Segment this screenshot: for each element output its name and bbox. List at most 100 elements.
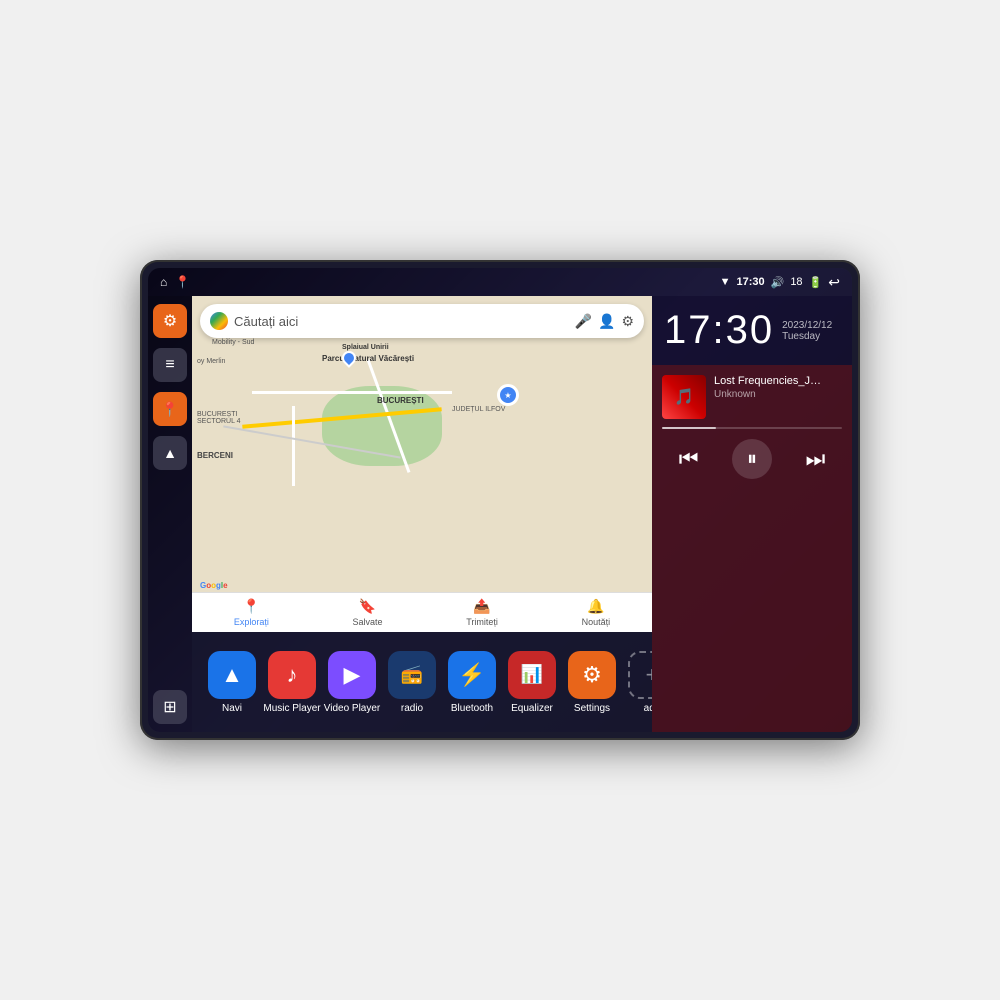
road-2 [252,391,452,394]
map-pin-icon: 📍 [161,401,178,418]
map-label-merlin: oy Merlin [197,358,225,365]
clock-time: 17:30 [664,308,774,353]
profile-icon[interactable]: 👤 [598,313,615,330]
sidebar-nav-btn[interactable]: ▲ [153,436,187,470]
sidebar-menu-btn[interactable]: ≡ [153,348,187,382]
app-video-label: Video Player [324,703,381,714]
gear-icon: ⚙ [163,311,177,331]
device: ⌂ 📍 ▼ 17:30 🔊 18 🔋 ↩ ⚙ ≡ [140,260,860,740]
status-time: 17:30 [736,276,764,288]
status-left: ⌂ 📍 [160,275,190,289]
app-settings[interactable]: ⚙ Settings [562,651,622,714]
sidebar-maps-btn[interactable]: 📍 [153,392,187,426]
news-icon: 🔔 [587,598,604,615]
saved-icon: 🔖 [359,598,376,615]
map-area: Parcul Natural Văcărești AXIS PremiumMob… [192,296,652,632]
play-icon: ⏸ [747,448,757,471]
navigation-icon: ▲ [163,445,177,461]
next-icon: ⏭ [805,446,825,472]
home-icon[interactable]: ⌂ [160,275,167,289]
music-section: 🎵 Lost Frequencies_Janie... Unknown [652,365,852,732]
map-saved-btn[interactable]: 🔖 Salvate [353,598,383,627]
bluetooth-icon: ⚡ [448,651,496,699]
explore-icon: 📍 [243,598,260,615]
settings-app-icon: ⚙ [568,651,616,699]
prev-button[interactable]: ⏮ [679,446,699,472]
map-news-btn[interactable]: 🔔 Noutăți [582,598,611,627]
map-current-location[interactable]: ★ [497,384,519,406]
saved-label: Salvate [353,617,383,627]
map-label-parcul: Parcul Natural Văcărești [322,354,414,363]
sidebar-grid-btn[interactable]: ⊞ [153,690,187,724]
map-bottom-bar: 📍 Explorați 🔖 Salvate 📤 Trimiteți [192,592,652,632]
map-label-sector: BUCUREȘTISECTORUL 4 [197,411,241,425]
volume-icon: 🔊 [771,276,785,289]
clock-day: Tuesday [782,331,832,342]
sidebar: ⚙ ≡ 📍 ▲ ⊞ [148,296,192,732]
clock-date: 2023/12/12 [782,320,832,331]
maps-status-icon[interactable]: 📍 [175,275,190,289]
sidebar-settings-btn[interactable]: ⚙ [153,304,187,338]
center-area: Parcul Natural Văcărești AXIS PremiumMob… [192,296,652,732]
video-player-icon: ▶ [328,651,376,699]
battery-level: 18 [790,276,802,288]
app-radio[interactable]: 📻 radio [382,651,442,714]
main-content: ⚙ ≡ 📍 ▲ ⊞ [148,296,852,732]
music-title: Lost Frequencies_Janie... [714,375,824,387]
star-label: ★ [504,391,511,400]
equalizer-icon: 📊 [508,651,556,699]
album-art: 🎵 [662,375,706,419]
navi-icon: ▲ [208,651,256,699]
map-pin-main [339,348,359,368]
map-label-buc: BUCUREȘTI [377,396,424,405]
add-app-icon: + [628,651,652,699]
share-label: Trimiteți [466,617,498,627]
music-player-icon: ♪ [268,651,316,699]
map-search-bar[interactable]: Căutați aici 🎤 👤 ⚙ [200,304,644,338]
settings-map-icon[interactable]: ⚙ [621,313,634,330]
app-music-label: Music Player [263,703,320,714]
app-radio-label: radio [401,703,423,714]
status-bar: ⌂ 📍 ▼ 17:30 🔊 18 🔋 ↩ [148,268,852,296]
play-pause-button[interactable]: ⏸ [732,439,772,479]
map-share-btn[interactable]: 📤 Trimiteți [466,598,498,627]
app-video-player[interactable]: ▶ Video Player [322,651,382,714]
explore-label: Explorați [234,617,269,627]
map-explore-btn[interactable]: 📍 Explorați [234,598,269,627]
app-bluetooth[interactable]: ⚡ Bluetooth [442,651,502,714]
app-navi[interactable]: ▲ Navi [202,651,262,714]
music-controls: ⏮ ⏸ ⏭ [662,439,842,479]
music-progress-bar[interactable] [662,427,842,429]
back-icon[interactable]: ↩ [828,274,840,291]
app-equalizer-label: Equalizer [511,703,553,714]
menu-icon: ≡ [165,356,174,374]
prev-icon: ⏮ [679,446,699,472]
app-bluetooth-label: Bluetooth [451,703,493,714]
music-artist: Unknown [714,389,842,400]
news-label: Noutăți [582,617,611,627]
google-logo: Google [200,581,228,590]
music-progress-fill [662,427,716,429]
map-label-ilfov: JUDEȚUL ILFOV [452,406,505,413]
clock-section: 17:30 2023/12/12 Tuesday [652,296,852,365]
app-add-label: add [644,703,652,714]
share-icon: 📤 [473,598,490,615]
mic-icon[interactable]: 🎤 [575,313,592,330]
app-music-player[interactable]: ♪ Music Player [262,651,322,714]
app-equalizer[interactable]: 📊 Equalizer [502,651,562,714]
music-info: 🎵 Lost Frequencies_Janie... Unknown [662,375,842,419]
status-right: ▼ 17:30 🔊 18 🔋 ↩ [720,274,840,291]
app-navi-label: Navi [222,703,242,714]
next-button[interactable]: ⏭ [805,446,825,472]
battery-icon: 🔋 [809,276,823,289]
app-add[interactable]: + add [622,651,652,714]
wifi-icon: ▼ [720,276,731,288]
google-maps-logo [210,312,228,330]
map-container[interactable]: Parcul Natural Văcărești AXIS PremiumMob… [192,296,652,632]
album-art-inner: 🎵 [662,375,706,419]
music-text: Lost Frequencies_Janie... Unknown [714,375,842,400]
device-screen: ⌂ 📍 ▼ 17:30 🔊 18 🔋 ↩ ⚙ ≡ [148,268,852,732]
grid-icon: ⊞ [163,697,176,717]
map-label-berceni: BERCENI [197,451,233,460]
road-3 [292,406,295,486]
